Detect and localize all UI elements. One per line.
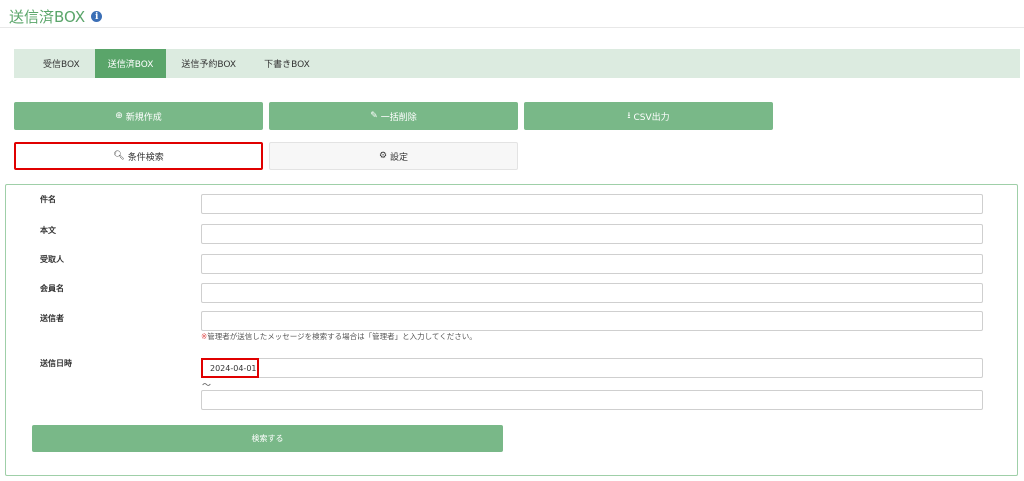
csv-export-label: CSV出力: [633, 112, 670, 123]
page-title: 送信済BOX i: [9, 6, 103, 27]
new-button-label: 新規作成: [125, 112, 162, 123]
gear-icon: ⚙: [378, 151, 388, 161]
date-from-input[interactable]: [201, 358, 983, 378]
bulk-delete-button[interactable]: ✎ 一括削除: [269, 102, 518, 130]
sender-note-text: 管理者が送信したメッセージを検索する場合は「管理者」と入力してください。: [207, 332, 477, 341]
search-toggle-button[interactable]: 🔍︎ 条件検索: [14, 142, 263, 170]
info-icon[interactable]: i: [91, 11, 103, 22]
settings-label: 設定: [390, 152, 409, 163]
tab-drafts[interactable]: 下書きBOX: [251, 49, 323, 78]
settings-button[interactable]: ⚙ 設定: [269, 142, 518, 170]
sender-note: ※管理者が送信したメッセージを検索する場合は「管理者」と入力してください。: [201, 331, 477, 342]
sent-date-label: 送信日時: [40, 359, 72, 368]
search-toggle-label: 条件検索: [127, 152, 164, 163]
pencil-icon: ✎: [370, 111, 378, 121]
member-name-label: 会員名: [40, 284, 64, 293]
new-button[interactable]: ⊕ 新規作成: [14, 102, 263, 130]
member-name-input[interactable]: [201, 283, 983, 303]
date-to-input[interactable]: [201, 390, 983, 410]
subject-label: 件名: [40, 195, 56, 204]
plus-circle-icon: ⊕: [115, 111, 123, 121]
page-title-text: 送信済BOX: [9, 8, 86, 26]
tab-inbox[interactable]: 受信BOX: [30, 49, 93, 78]
body-input[interactable]: [201, 224, 983, 244]
sender-input[interactable]: [201, 311, 983, 331]
bulk-delete-label: 一括削除: [380, 112, 417, 123]
recipient-label: 受取人: [40, 255, 64, 264]
search-icon: 🔍︎: [113, 151, 125, 161]
header-divider: [0, 27, 1024, 28]
search-submit-button[interactable]: 検索する: [32, 425, 503, 452]
csv-export-button[interactable]: ⭳ CSV出力: [524, 102, 773, 130]
sender-label: 送信者: [40, 314, 64, 323]
tab-sent[interactable]: 送信済BOX: [94, 49, 167, 78]
tab-scheduled[interactable]: 送信予約BOX: [168, 49, 249, 78]
mailbox-tabs: 受信BOX 送信済BOX 送信予約BOX 下書きBOX: [14, 49, 1020, 78]
download-icon: ⭳: [627, 111, 631, 121]
subject-input[interactable]: [201, 194, 983, 214]
recipient-input[interactable]: [201, 254, 983, 274]
body-label: 本文: [40, 226, 56, 235]
